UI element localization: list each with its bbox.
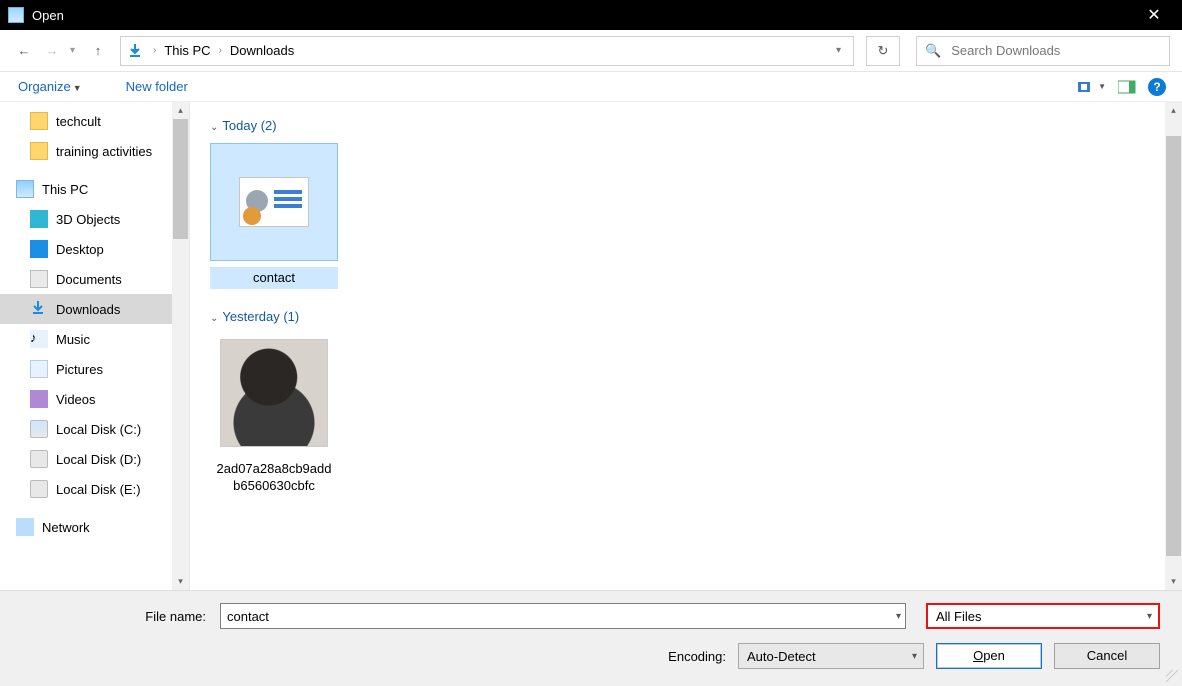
view-options-button[interactable]: ▼ bbox=[1078, 80, 1106, 94]
scroll-up-icon[interactable]: ▴ bbox=[172, 102, 189, 119]
tree-item[interactable]: Local Disk (C:) bbox=[0, 414, 189, 444]
tree-item[interactable]: training activities bbox=[0, 136, 189, 166]
command-bar: Organize▼ New folder ▼ ? bbox=[0, 72, 1182, 102]
disk-icon bbox=[30, 450, 48, 468]
encoding-select[interactable]: Auto-Detect ▾ bbox=[738, 643, 924, 669]
chevron-right-icon[interactable]: › bbox=[215, 45, 226, 56]
file-thumbnail bbox=[210, 334, 338, 452]
tree-item[interactable]: Pictures bbox=[0, 354, 189, 384]
recent-locations-dropdown[interactable]: ▾ bbox=[70, 45, 80, 56]
close-icon[interactable]: ✕ bbox=[1134, 5, 1174, 25]
title-bar: Open ✕ bbox=[0, 0, 1182, 30]
file-type-select[interactable]: All Files ▾ bbox=[926, 603, 1160, 629]
folder-icon bbox=[30, 112, 48, 130]
forward-button[interactable]: → bbox=[42, 43, 62, 58]
filename-input[interactable]: contact ▾ bbox=[220, 603, 906, 629]
breadcrumb-current[interactable]: Downloads bbox=[226, 43, 298, 58]
file-caption: 2ad07a28a8cb9addb6560630cbfc bbox=[210, 458, 338, 497]
scroll-down-icon[interactable]: ▾ bbox=[172, 573, 189, 590]
chevron-down-icon: ⌄ bbox=[210, 313, 218, 324]
music-icon: ♪ bbox=[30, 330, 48, 348]
cancel-button[interactable]: Cancel bbox=[1054, 643, 1160, 669]
this-pc-icon bbox=[16, 180, 34, 198]
chevron-down-icon[interactable]: ▾ bbox=[1147, 611, 1152, 622]
folder-icon bbox=[30, 142, 48, 160]
file-list[interactable]: ⌄Today (2) contact ⌄Yesterday (1) 2ad07a… bbox=[190, 102, 1182, 590]
bottom-panel: File name: contact ▾ All Files ▾ Encodin… bbox=[0, 590, 1182, 686]
desktop-icon bbox=[30, 240, 48, 258]
chevron-down-icon: ▼ bbox=[73, 83, 82, 93]
tree-item-this-pc[interactable]: This PC bbox=[0, 174, 189, 204]
refresh-button[interactable]: ↻ bbox=[866, 36, 900, 66]
filename-label: File name: bbox=[22, 609, 212, 624]
file-caption: contact bbox=[210, 267, 338, 289]
tree-item-downloads[interactable]: Downloads bbox=[0, 294, 189, 324]
open-button[interactable]: Open bbox=[936, 643, 1042, 669]
tree-item[interactable]: Local Disk (D:) bbox=[0, 444, 189, 474]
file-item[interactable]: 2ad07a28a8cb9addb6560630cbfc bbox=[210, 334, 338, 497]
tree-item[interactable]: ♪Music bbox=[0, 324, 189, 354]
downloads-icon bbox=[30, 300, 48, 318]
scroll-up-icon[interactable]: ▴ bbox=[1165, 102, 1182, 119]
nav-bar: ← → ▾ ↑ › This PC › Downloads ▾ ↻ 🔍 Sear… bbox=[0, 30, 1182, 72]
tree-item[interactable]: techcult bbox=[0, 106, 189, 136]
content-scrollbar[interactable]: ▴ ▾ bbox=[1165, 102, 1182, 590]
documents-icon bbox=[30, 270, 48, 288]
new-folder-button[interactable]: New folder bbox=[124, 77, 190, 96]
up-button[interactable]: ↑ bbox=[88, 43, 108, 58]
group-header-today[interactable]: ⌄Today (2) bbox=[210, 118, 1162, 133]
tree-item[interactable]: Videos bbox=[0, 384, 189, 414]
pictures-icon bbox=[30, 360, 48, 378]
chevron-down-icon[interactable]: ▾ bbox=[912, 651, 917, 662]
videos-icon bbox=[30, 390, 48, 408]
window-title: Open bbox=[32, 8, 64, 23]
encoding-label: Encoding: bbox=[668, 649, 726, 664]
preview-pane-button[interactable] bbox=[1118, 80, 1136, 94]
tree-item[interactable]: Documents bbox=[0, 264, 189, 294]
file-item-contact[interactable]: contact bbox=[210, 143, 338, 289]
tree-item[interactable]: Desktop bbox=[0, 234, 189, 264]
disk-icon bbox=[30, 480, 48, 498]
address-bar[interactable]: › This PC › Downloads ▾ bbox=[120, 36, 854, 66]
back-button[interactable]: ← bbox=[14, 43, 34, 58]
disk-icon bbox=[30, 420, 48, 438]
chevron-right-icon[interactable]: › bbox=[149, 45, 160, 56]
network-icon bbox=[16, 518, 34, 536]
group-header-yesterday[interactable]: ⌄Yesterday (1) bbox=[210, 309, 1162, 324]
breadcrumb-root[interactable]: This PC bbox=[160, 43, 214, 58]
app-icon bbox=[8, 7, 24, 23]
help-button[interactable]: ? bbox=[1148, 78, 1166, 96]
search-placeholder: Search Downloads bbox=[951, 43, 1060, 58]
scroll-thumb[interactable] bbox=[173, 119, 188, 239]
address-history-dropdown[interactable]: ▾ bbox=[830, 45, 847, 56]
file-thumbnail bbox=[210, 143, 338, 261]
chevron-down-icon[interactable]: ▾ bbox=[896, 611, 901, 622]
scroll-down-icon[interactable]: ▾ bbox=[1165, 573, 1182, 590]
tree-item[interactable]: Local Disk (E:) bbox=[0, 474, 189, 504]
tree-item[interactable]: 3D Objects bbox=[0, 204, 189, 234]
3d-objects-icon bbox=[30, 210, 48, 228]
tree-item-network[interactable]: Network bbox=[0, 512, 189, 542]
navigation-tree[interactable]: techcult training activities This PC 3D … bbox=[0, 102, 190, 590]
search-box[interactable]: 🔍 Search Downloads bbox=[916, 36, 1170, 66]
resize-grip-icon[interactable] bbox=[1166, 670, 1180, 684]
search-icon: 🔍 bbox=[925, 43, 941, 59]
downloads-icon bbox=[127, 43, 143, 59]
tree-scrollbar[interactable]: ▴ ▾ bbox=[172, 102, 189, 590]
organize-menu[interactable]: Organize▼ bbox=[16, 77, 84, 96]
chevron-down-icon: ⌄ bbox=[210, 122, 218, 133]
scroll-thumb[interactable] bbox=[1166, 136, 1181, 556]
